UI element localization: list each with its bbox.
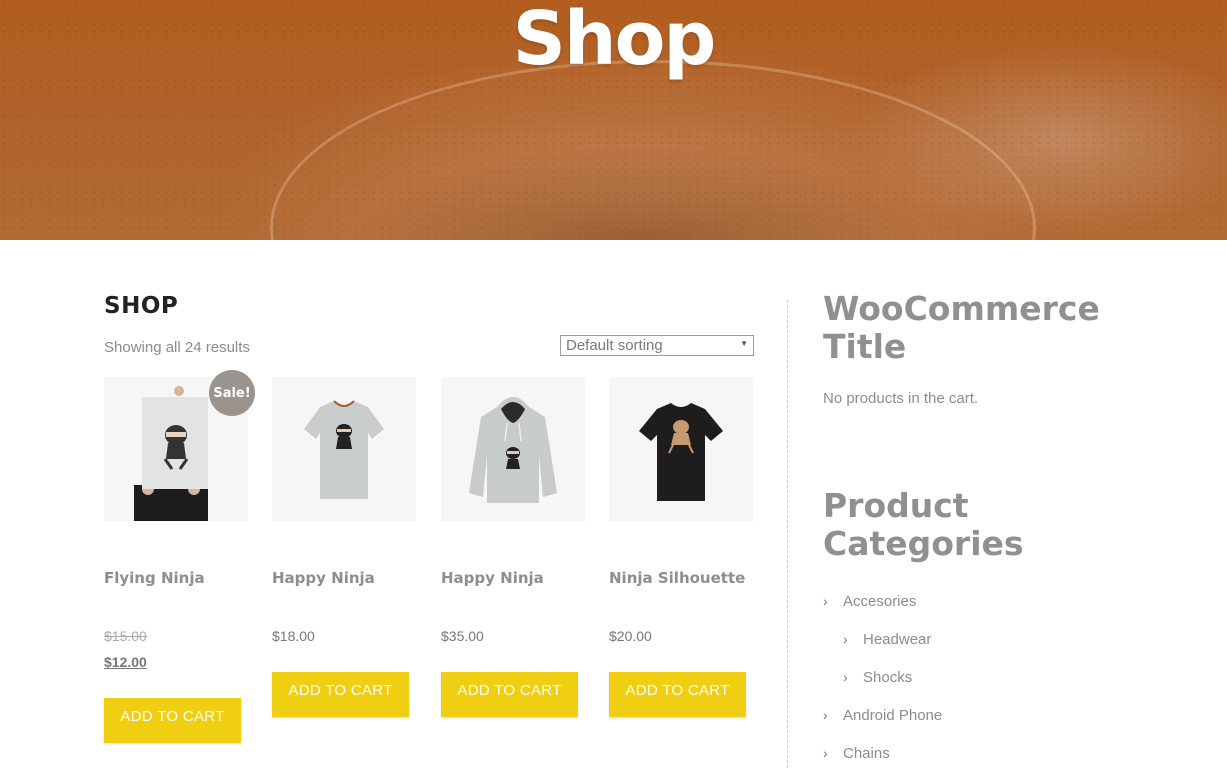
category-item-shocks[interactable]: › Shocks <box>843 669 912 686</box>
product-card: Happy Ninja $18.00 ADD TO CART <box>272 377 418 717</box>
sale-badge: Sale! <box>209 370 255 416</box>
shop-heading: SHOP <box>104 293 179 319</box>
add-to-cart-button[interactable]: ADD TO CART <box>609 672 746 717</box>
product-title[interactable]: Happy Ninja <box>272 569 375 587</box>
chevron-right-icon: › <box>823 745 828 761</box>
old-price: $15.00 <box>104 628 147 644</box>
product-old-price: $15.00 <box>104 628 147 644</box>
category-item-accesories[interactable]: › Accesories <box>823 593 916 610</box>
chevron-right-icon: › <box>843 631 848 647</box>
black-tshirt-image <box>609 377 753 521</box>
chevron-right-icon: › <box>843 669 848 685</box>
chevron-right-icon: › <box>823 707 828 723</box>
category-label: Accesories <box>843 593 917 610</box>
cart-empty-message: No products in the cart. <box>823 390 979 407</box>
page-title: Shop <box>512 0 717 82</box>
sort-select[interactable]: Default sorting ▼ <box>560 335 754 356</box>
product-image[interactable] <box>272 377 416 521</box>
add-to-cart-button[interactable]: ADD TO CART <box>441 672 578 717</box>
category-label: Shocks <box>863 669 913 686</box>
categories-widget-title: Product Categories <box>823 486 1024 563</box>
product-sale-price: $12.00 <box>104 654 147 670</box>
hero-banner: Shop <box>0 0 1227 240</box>
product-title[interactable]: Flying Ninja <box>104 569 205 587</box>
product-price: $35.00 <box>441 628 484 644</box>
add-to-cart-button[interactable]: ADD TO CART <box>272 672 409 717</box>
sort-select-value: Default sorting <box>566 337 663 354</box>
result-count: Showing all 24 results <box>104 339 250 356</box>
product-price: $20.00 <box>609 628 652 644</box>
hoodie-image <box>441 377 585 521</box>
category-item-chains[interactable]: › Chains <box>823 745 890 762</box>
sidebar-divider <box>787 300 788 768</box>
category-item-headwear[interactable]: › Headwear <box>843 631 931 648</box>
product-title[interactable]: Happy Ninja <box>441 569 544 587</box>
dropdown-arrow-icon: ▼ <box>740 339 748 348</box>
category-label: Chains <box>843 745 890 762</box>
product-price: $18.00 <box>272 628 315 644</box>
product-image[interactable] <box>609 377 753 521</box>
cart-widget-title: WooCommerce Title <box>823 289 1100 366</box>
category-label: Headwear <box>863 631 932 648</box>
product-card: Ninja Silhouette $20.00 ADD TO CART <box>609 377 755 717</box>
tshirt-image <box>272 377 416 521</box>
category-label: Android Phone <box>843 707 943 724</box>
product-image[interactable] <box>441 377 585 521</box>
category-item-android-phone[interactable]: › Android Phone <box>823 707 942 724</box>
add-to-cart-button[interactable]: ADD TO CART <box>104 698 241 743</box>
chevron-right-icon: › <box>823 593 828 609</box>
product-title[interactable]: Ninja Silhouette <box>609 569 745 587</box>
product-card: Happy Ninja $35.00 ADD TO CART <box>441 377 587 717</box>
